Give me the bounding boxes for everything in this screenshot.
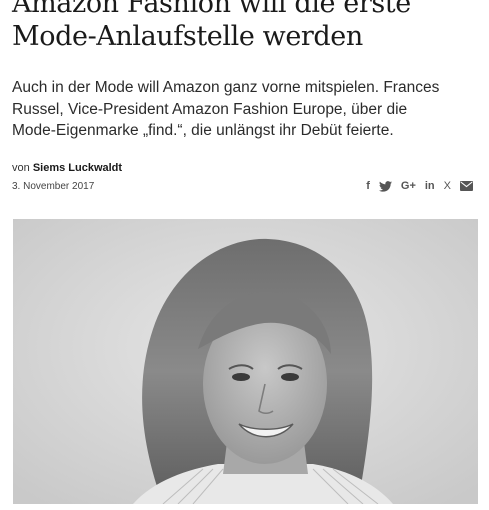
googleplus-icon[interactable]: G+ <box>401 179 416 193</box>
headline-line-2: Mode-Anlaufstelle werden <box>12 21 363 52</box>
author-link[interactable]: Siems Luckwaldt <box>33 162 122 174</box>
linkedin-glyph: in <box>424 180 435 192</box>
headline-line-1: Amazon Fashion will die erste <box>12 0 411 19</box>
byline-prefix: von <box>12 162 30 174</box>
email-icon[interactable] <box>460 179 473 193</box>
facebook-icon[interactable]: f <box>366 179 370 193</box>
googleplus-glyph: G+ <box>400 180 416 192</box>
twitter-icon[interactable] <box>378 179 392 193</box>
byline: von Siems Luckwaldt <box>12 162 122 174</box>
article-page: Amazon Fashion will die erste Mode-Anlauf… <box>0 0 489 510</box>
xing-icon[interactable]: X <box>444 179 451 193</box>
article-lead: Auch in der Mode will Amazon ganz vorne … <box>12 79 440 139</box>
article-headline: Amazon Fashion will die erste Mode-Anlauf… <box>12 0 482 53</box>
linkedin-icon[interactable]: in <box>425 179 435 193</box>
xing-glyph: X <box>443 180 451 192</box>
facebook-glyph: f <box>366 180 370 192</box>
article-photo <box>13 219 478 504</box>
share-bar: f G+ in X <box>366 179 473 193</box>
publish-date: 3. November 2017 <box>12 181 95 192</box>
